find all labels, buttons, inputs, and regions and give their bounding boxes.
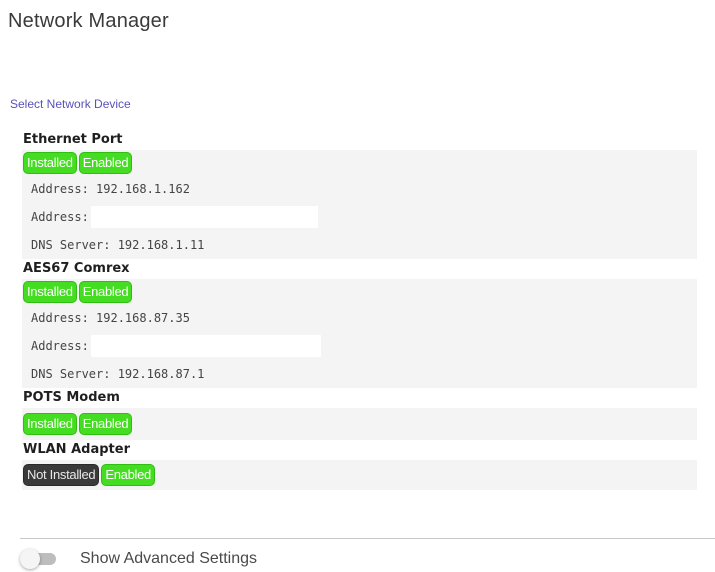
enabled-badge: Enabled (78, 413, 133, 435)
device-details: Installed Enabled Address: 192.168.87.35… (22, 279, 697, 388)
device-name: POTS Modem (23, 390, 120, 405)
device-name: WLAN Adapter (23, 442, 130, 457)
advanced-settings-row: Show Advanced Settings (20, 548, 257, 570)
address-label: Address: (31, 210, 89, 224)
advanced-settings-label: Show Advanced Settings (80, 550, 258, 567)
address-input-row: Address: (22, 203, 697, 231)
enabled-badge: Enabled (101, 464, 155, 486)
device-aes67-comrex[interactable]: AES67 Comrex Installed Enabled Address: … (22, 259, 697, 388)
status-badges: Installed Enabled (22, 408, 697, 440)
not-installed-badge: Not Installed (23, 464, 100, 486)
status-badges: Installed Enabled (22, 150, 697, 175)
address-text: Address: 192.168.87.35 (31, 311, 190, 325)
dns-text: DNS Server: 192.168.1.11 (31, 238, 205, 252)
device-name: AES67 Comrex (23, 261, 130, 276)
device-details: Installed Enabled Address: 192.168.1.162… (22, 150, 697, 259)
status-badges: Not Installed Enabled (22, 460, 697, 490)
enabled-badge: Enabled (78, 280, 133, 303)
address-row: Address: 192.168.1.162 (22, 175, 697, 203)
divider (20, 538, 715, 539)
device-wlan-adapter[interactable]: WLAN Adapter Not Installed Enabled (22, 440, 697, 490)
dns-text: DNS Server: 192.168.87.1 (31, 367, 205, 381)
address-input[interactable] (90, 335, 321, 357)
device-ethernet-port[interactable]: Ethernet Port Installed Enabled Address:… (22, 130, 697, 259)
address-text: Address: 192.168.1.162 (31, 182, 190, 196)
advanced-settings-toggle[interactable] (20, 548, 60, 570)
select-device-label: Select Network Device (10, 97, 131, 111)
device-pots-modem[interactable]: POTS Modem Installed Enabled (22, 388, 697, 440)
installed-badge: Installed (23, 151, 77, 174)
device-list: Ethernet Port Installed Enabled Address:… (22, 130, 697, 490)
address-input[interactable] (90, 206, 318, 228)
device-name: Ethernet Port (23, 132, 123, 147)
address-row: Address: 192.168.87.35 (22, 304, 697, 332)
enabled-badge: Enabled (78, 151, 133, 174)
installed-badge: Installed (23, 280, 77, 303)
dns-row: DNS Server: 192.168.1.11 (22, 231, 697, 259)
toggle-knob[interactable] (20, 549, 40, 569)
address-input-row: Address: (22, 332, 697, 360)
dns-row: DNS Server: 192.168.87.1 (22, 360, 697, 388)
device-details: Not Installed Enabled (22, 460, 697, 490)
status-badges: Installed Enabled (22, 279, 697, 304)
device-details: Installed Enabled (22, 408, 697, 440)
page-title: Network Manager (8, 10, 169, 32)
address-label: Address: (31, 339, 89, 353)
installed-badge: Installed (23, 413, 77, 435)
